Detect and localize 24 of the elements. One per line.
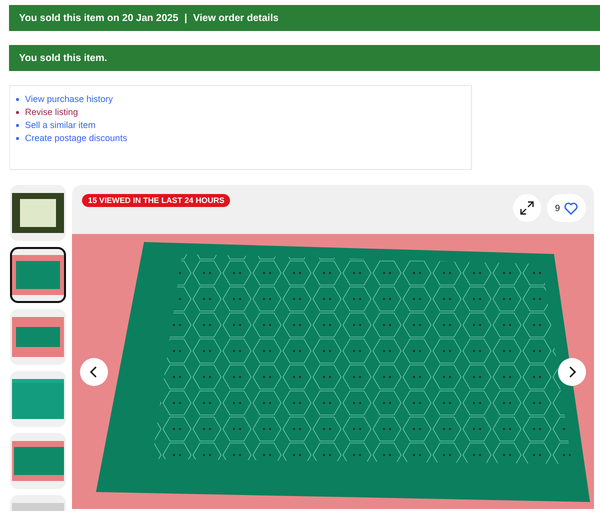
action-link[interactable]: View purchase history <box>25 94 113 104</box>
thumbnail[interactable] <box>10 185 66 241</box>
expand-icon <box>520 201 534 215</box>
chevron-left-icon <box>89 366 99 378</box>
separator: | <box>184 12 188 24</box>
thumbnail[interactable] <box>10 433 66 489</box>
action-link[interactable]: Revise listing <box>25 107 78 117</box>
bullet-icon <box>16 136 19 140</box>
expand-button[interactable] <box>512 194 541 222</box>
status-message: You sold this item. <box>19 52 108 64</box>
heart-icon <box>564 202 578 214</box>
bullet-icon <box>16 110 19 114</box>
chevron-right-icon <box>567 366 577 378</box>
action-link[interactable]: Sell a similar item <box>25 120 96 130</box>
view-order-details-link[interactable]: View order details <box>193 12 279 24</box>
thumbnail[interactable] <box>10 371 66 427</box>
sold-message: You sold this item on 20 Jan 2025 <box>19 12 178 24</box>
bullet-icon <box>16 124 19 126</box>
views-badge: 15 VIEWED IN THE LAST 24 HOURS <box>82 194 230 207</box>
bullet-icon <box>16 98 19 100</box>
action-link[interactable]: Create postage discounts <box>25 133 128 143</box>
thumbnail[interactable] <box>10 247 66 303</box>
thumbnail[interactable] <box>10 309 66 365</box>
watch-button[interactable]: 9 <box>546 194 586 222</box>
